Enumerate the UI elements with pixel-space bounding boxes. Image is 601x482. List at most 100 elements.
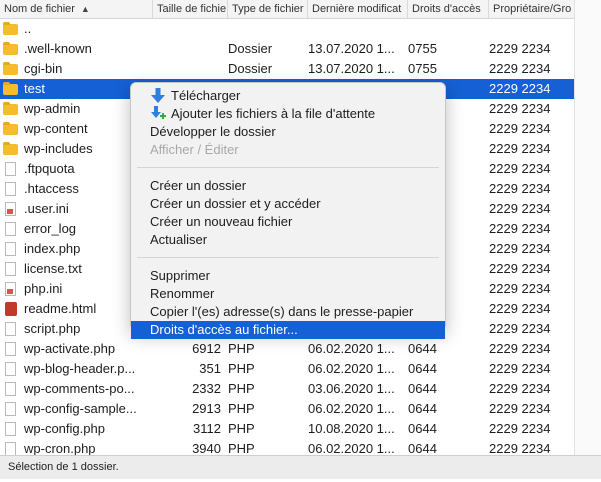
file-icon-shape: [5, 222, 16, 236]
file-size: [153, 39, 221, 59]
column-type[interactable]: Type de fichier: [228, 0, 308, 18]
file-row[interactable]: ..: [0, 19, 574, 39]
file-owner: 2229 2234: [489, 261, 551, 276]
menu-item-file-permissions[interactable]: Droits d'accès au fichier...: [131, 321, 445, 339]
file-owner: 2229 2234: [489, 421, 551, 436]
file-row[interactable]: wp-config-sample... 2913 PHP 06.02.2020 1..…: [0, 399, 574, 419]
file-row[interactable]: cgi-bin Dossier 13.07.2020 1... 0755 2229 22…: [0, 59, 574, 79]
file-row[interactable]: wp-comments-po... 2332 PHP 03.06.2020 1... 0…: [0, 379, 574, 399]
menu-item-view-edit: Afficher / Éditer: [150, 142, 239, 157]
file-name: .well-known: [24, 41, 92, 56]
file-icon: [3, 179, 19, 199]
file-icon-shape: [5, 262, 16, 276]
file-icon: [3, 159, 19, 179]
file-type: PHP: [228, 341, 255, 356]
file-name: wp-activate.php: [24, 341, 116, 356]
vertical-scrollbar[interactable]: [574, 0, 601, 458]
file-modified: [308, 19, 408, 39]
file-permissions: 0644: [408, 381, 437, 396]
folder-icon: [3, 59, 19, 79]
config-file-icon: [3, 279, 19, 299]
file-owner: 2229 2234: [489, 181, 551, 196]
file-row[interactable]: .well-known Dossier 13.07.2020 1... 0755 222…: [0, 39, 574, 59]
file-row[interactable]: wp-blog-header.p... 351 PHP 06.02.2020 1...…: [0, 359, 574, 379]
file-row[interactable]: wp-activate.php 6912 PHP 06.02.2020 1... 064…: [0, 339, 574, 359]
menu-item-delete[interactable]: Supprimer: [131, 267, 445, 285]
column-size[interactable]: Taille de fichie: [153, 0, 228, 18]
menu-item-copy-urls[interactable]: Copier l'(es) adresse(s) dans le presse-…: [131, 303, 445, 321]
folder-icon-shape: [3, 102, 18, 115]
file-permissions: 0755: [408, 41, 437, 56]
file-name: wp-config.php: [24, 421, 105, 436]
menu-item-rename[interactable]: Renommer: [131, 285, 445, 303]
file-icon-shape: [5, 162, 16, 176]
file-owner: [489, 19, 574, 39]
file-type: Dossier: [228, 61, 273, 76]
file-row[interactable]: wp-cron.php 3940 PHP 06.02.2020 1... 0644 222…: [0, 439, 574, 455]
menu-item-create-folder[interactable]: Créer un dossier: [131, 177, 445, 195]
file-size: 2332: [192, 381, 221, 396]
file-icon-shape: [5, 382, 16, 396]
file-icon: [3, 319, 19, 339]
menu-item-create-folder-and-enter[interactable]: Créer un dossier et y accéder: [131, 195, 445, 213]
file-owner: 2229 2234: [489, 401, 551, 416]
config-file-icon-shape: [5, 282, 16, 296]
file-icon: [3, 379, 19, 399]
config-file-icon: [3, 199, 19, 219]
file-row[interactable]: wp-config.php 3112 PHP 10.08.2020 1... 0644 2…: [0, 419, 574, 439]
file-name: wp-comments-po...: [24, 381, 135, 396]
file-owner: 2229 2234: [489, 361, 551, 376]
file-name: wp-config-sample...: [24, 401, 137, 416]
file-owner: 2229 2234: [489, 341, 551, 356]
menu-item-expand-folder[interactable]: Développer le dossier: [131, 123, 445, 141]
menu-item-download[interactable]: Télécharger: [131, 87, 445, 105]
file-size: 3112: [193, 421, 221, 436]
file-type: [228, 19, 308, 39]
file-name: wp-blog-header.p...: [24, 361, 136, 376]
column-header: Nom de fichier ▲ Taille de fichie Type de…: [0, 0, 574, 19]
folder-icon: [3, 39, 19, 59]
file-size: [153, 19, 221, 39]
file-icon-shape: [5, 362, 16, 376]
folder-icon: [3, 79, 19, 99]
menu-separator: [137, 257, 439, 258]
file-owner: 2229 2234: [489, 381, 551, 396]
menu-separator: [137, 167, 439, 168]
html-file-icon: [3, 299, 19, 319]
file-owner: 2229 2234: [489, 301, 551, 316]
config-file-icon-shape: [5, 202, 16, 216]
menu-item-refresh[interactable]: Actualiser: [131, 231, 445, 249]
file-owner: 2229 2234: [489, 221, 551, 236]
menu-item-add-to-queue[interactable]: Ajouter les fichiers à la file d'attente: [131, 105, 445, 123]
file-size: [153, 59, 221, 79]
column-owner[interactable]: Propriétaire/Gro: [489, 0, 574, 18]
file-permissions: 0644: [408, 341, 437, 356]
file-owner: 2229 2234: [489, 121, 551, 136]
folder-icon: [3, 99, 19, 119]
file-icon: [3, 219, 19, 239]
column-permissions[interactable]: Droits d'accès: [408, 0, 489, 18]
menu-item-add-to-queue-label: Ajouter les fichiers à la file d'attente: [171, 106, 376, 121]
folder-icon-shape: [3, 22, 18, 35]
file-owner: 2229 2234: [489, 81, 551, 96]
file-type: PHP: [228, 361, 255, 376]
file-modified: 06.02.2020 1...: [308, 441, 395, 455]
sort-ascending-icon: ▲: [80, 4, 90, 14]
file-owner: 2229 2234: [489, 61, 551, 76]
file-owner: 2229 2234: [489, 441, 551, 455]
menu-item-download-label: Télécharger: [171, 88, 241, 103]
file-owner: 2229 2234: [489, 201, 551, 216]
file-icon: [3, 359, 19, 379]
column-modified[interactable]: Dernière modificat: [308, 0, 408, 18]
file-owner: 2229 2234: [489, 41, 551, 56]
file-permissions: [408, 19, 488, 39]
file-icon-shape: [5, 242, 16, 256]
file-type: PHP: [228, 381, 255, 396]
menu-item-create-file[interactable]: Créer un nouveau fichier: [131, 213, 445, 231]
file-type: Dossier: [228, 41, 273, 56]
column-name[interactable]: Nom de fichier ▲: [0, 0, 153, 18]
file-owner: 2229 2234: [489, 241, 551, 256]
status-text: Sélection de 1 dossier.: [8, 461, 119, 473]
context-menu: Télécharger Ajouter les fichiers à la fi…: [130, 82, 446, 339]
file-permissions: 0644: [408, 401, 437, 416]
